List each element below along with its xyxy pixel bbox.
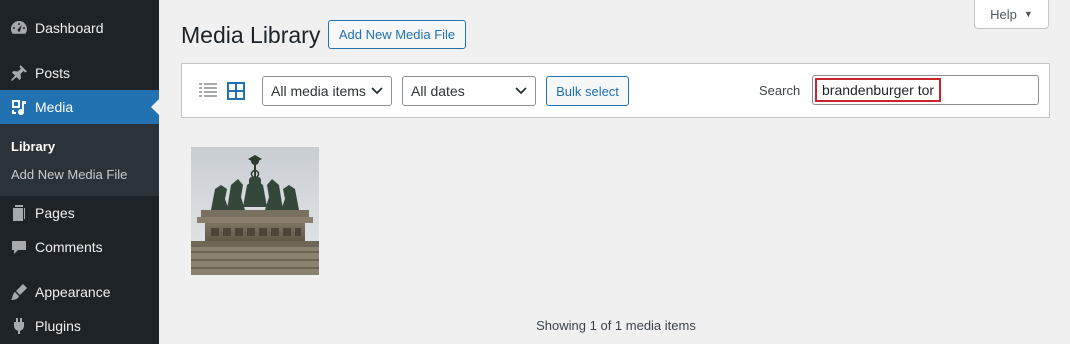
- media-submenu: Library Add New Media File: [0, 124, 159, 196]
- media-type-filter-select[interactable]: All media items: [262, 76, 392, 106]
- brush-icon: [0, 282, 35, 302]
- pin-icon: [0, 63, 35, 83]
- sidebar-item-label: Pages: [35, 205, 75, 221]
- media-thumbnail[interactable]: [191, 147, 319, 275]
- media-type-filter-value: All media items: [271, 83, 366, 99]
- sidebar-item-label: Dashboard: [35, 20, 104, 36]
- sidebar-item-label: Media: [35, 99, 74, 115]
- search-input-value: brandenburger tor: [815, 78, 942, 102]
- sidebar-item-posts[interactable]: Posts: [0, 56, 159, 90]
- submenu-item-library[interactable]: Library: [11, 139, 55, 154]
- comments-icon: [0, 237, 35, 257]
- list-view-icon[interactable]: [198, 81, 218, 101]
- admin-sidebar: Dashboard Posts Media Library Add New Me…: [0, 0, 159, 344]
- search-label: Search: [759, 83, 801, 98]
- sidebar-item-appearance[interactable]: Appearance: [0, 275, 159, 309]
- help-label: Help: [990, 6, 1017, 22]
- bulk-select-button[interactable]: Bulk select: [546, 76, 629, 106]
- sidebar-item-label: Posts: [35, 65, 71, 81]
- sidebar-item-media[interactable]: Media: [0, 90, 159, 124]
- chevron-down-icon: [515, 87, 527, 95]
- caret-down-icon: ▼: [1023, 9, 1033, 19]
- media-icon: [0, 97, 35, 117]
- help-tab-button[interactable]: Help ▼: [974, 0, 1049, 29]
- add-new-media-file-button[interactable]: Add New Media File: [328, 20, 466, 49]
- sidebar-item-comments[interactable]: Comments: [0, 230, 159, 264]
- sidebar-item-dashboard[interactable]: Dashboard: [0, 11, 159, 45]
- dashboard-icon: [0, 18, 35, 38]
- media-count-status: Showing 1 of 1 media items: [536, 318, 696, 333]
- date-filter-select[interactable]: All dates: [402, 76, 536, 106]
- submenu-item-add-new-media-file[interactable]: Add New Media File: [11, 167, 127, 182]
- sidebar-item-pages[interactable]: Pages: [0, 196, 159, 230]
- chevron-down-icon: [371, 87, 383, 95]
- pages-icon: [0, 203, 35, 223]
- page-title: Media Library: [181, 22, 321, 48]
- sidebar-item-label: Appearance: [35, 284, 111, 300]
- date-filter-value: All dates: [411, 83, 465, 99]
- brandenburg-gate-quadriga-image: [191, 147, 319, 275]
- grid-view-icon[interactable]: [226, 81, 246, 101]
- sidebar-item-label: Comments: [35, 239, 103, 255]
